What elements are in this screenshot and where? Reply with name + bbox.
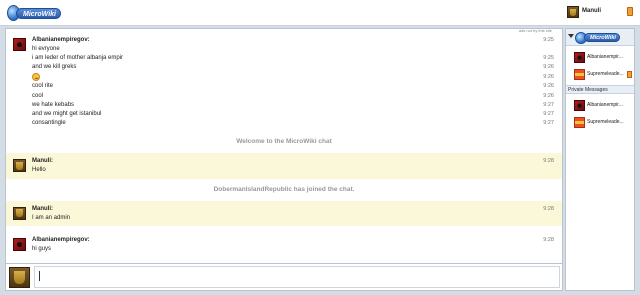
message-timestamp: 9:28 (543, 205, 554, 212)
staff-badge-icon (627, 71, 632, 78)
message-timestamp: 9:28 (543, 158, 554, 165)
avatar[interactable] (13, 237, 26, 251)
message-line: cool 9:26 (32, 92, 554, 101)
avatar (567, 6, 579, 18)
message-text: hi evryone (32, 46, 60, 52)
private-messages-title: Private Messages (566, 85, 634, 94)
chat-panel: ads not by this site Albanianempiregov: … (5, 28, 563, 291)
private-user-item[interactable]: Albanianempir... (566, 97, 634, 114)
chat-message: Manuli: Hello 9:28 (6, 153, 562, 179)
message-timestamp: 9:27 (543, 111, 554, 117)
online-users: Albanianempir... Supremeleade... (566, 49, 634, 83)
message-line: i am leder of mother albanja empir 9:25 (32, 54, 554, 63)
message-line: and we kill greks 9:26 (32, 63, 554, 72)
chat-notice: DobermanIslandRepublic has joined the ch… (213, 185, 355, 193)
collapse-arrow-icon[interactable] (568, 34, 574, 38)
message-text: Hello (32, 167, 46, 174)
avatar[interactable] (13, 159, 26, 173)
message-text: and we kill greks (32, 64, 77, 71)
message-timestamp: 9:26 (543, 92, 554, 99)
message-text: and we might get istanibul (32, 111, 102, 117)
message-author[interactable]: Manuli: (32, 157, 534, 166)
message-composer (6, 263, 562, 290)
message-text: cool rite (32, 83, 54, 90)
user-name: Albanianempir... (587, 102, 623, 108)
private-messages-section: Private Messages Albanianempir... Suprem… (566, 85, 634, 131)
private-user-item[interactable]: Supremeleade... (566, 114, 634, 131)
message-timestamp: 9:25 (543, 37, 554, 43)
avatar (574, 52, 585, 63)
message-text: I am an admin (32, 214, 71, 221)
message-line: consantingle 9:27 (32, 119, 554, 128)
message-text: we hate kebabs (32, 101, 75, 108)
message-input[interactable] (34, 266, 560, 288)
user-list-panel: MicroWiki Albanianempir... Supremeleade.… (565, 28, 635, 291)
chat-message: Albanianempiregov: hi guys 9:28 (6, 232, 562, 257)
message-timestamp: 9:26 (543, 64, 554, 71)
chat-message: Albanianempiregov: hi evryone 9:25 i am l… (6, 32, 562, 131)
message-timestamp: 9:27 (543, 120, 554, 127)
staff-badge-icon (627, 7, 633, 16)
message-author[interactable]: Albanianempiregov: (32, 236, 534, 245)
message-author[interactable]: Manuli: (32, 205, 534, 214)
message-text: consantingle (32, 120, 66, 127)
message-list[interactable]: Albanianempiregov: hi evryone 9:25 i am l… (6, 32, 562, 263)
user-name: Albanianempir... (587, 54, 623, 60)
message-text: cool (32, 92, 44, 99)
room-header[interactable]: MicroWiki (566, 29, 634, 46)
user-list-item[interactable]: Albanianempir... (566, 49, 634, 66)
top-bar: MicroWiki Manuli (0, 0, 640, 26)
avatar[interactable] (13, 38, 26, 51)
user-name: Supremeleade... (587, 119, 624, 125)
smiley-emoji-icon (32, 72, 40, 81)
message-line: we hate kebabs 9:27 (32, 101, 554, 110)
chat-notice: Welcome to the MicroWiki chat (236, 138, 332, 146)
message-line: cool rite 9:26 (32, 82, 554, 91)
message-line: hi evryone 9:25 (32, 37, 554, 54)
message-line: and we might get istanibul 9:27 (32, 110, 554, 119)
message-timestamp: 9:25 (543, 55, 554, 62)
room-logo: MicroWiki (575, 31, 631, 44)
avatar (574, 117, 585, 128)
avatar (9, 267, 30, 288)
user-list-item[interactable]: Supremeleade... (566, 66, 634, 83)
message-timestamp: 9:27 (543, 101, 554, 108)
message-text: i am leder of mother albanja empir (32, 55, 124, 62)
message-timestamp: 9:26 (543, 73, 554, 80)
message-timestamp: 9:26 (543, 83, 554, 90)
user-name: Supremeleade... (587, 71, 624, 77)
text-caret (39, 271, 40, 281)
message-line: Hello 9:28 (32, 158, 554, 175)
logo-text: MicroWiki (16, 7, 61, 19)
message-line: 9:26 (32, 72, 554, 83)
avatar[interactable] (13, 206, 26, 220)
message-author[interactable]: Albanianempiregov: (32, 36, 534, 45)
message-line: I am an admin 9:28 (32, 206, 554, 223)
chat-message: Manuli: I am an admin 9:28 (6, 200, 562, 226)
current-user-menu[interactable]: Manuli (565, 6, 635, 20)
current-user-name: Manuli (582, 8, 601, 14)
room-logo-text: MicroWiki (584, 33, 620, 42)
message-line: hi guys 9:28 (32, 237, 554, 254)
message-timestamp: 9:28 (543, 236, 554, 243)
avatar (574, 69, 585, 80)
avatar (574, 100, 585, 111)
microwiki-logo[interactable]: MicroWiki (7, 5, 61, 21)
message-text: hi guys (32, 245, 52, 252)
